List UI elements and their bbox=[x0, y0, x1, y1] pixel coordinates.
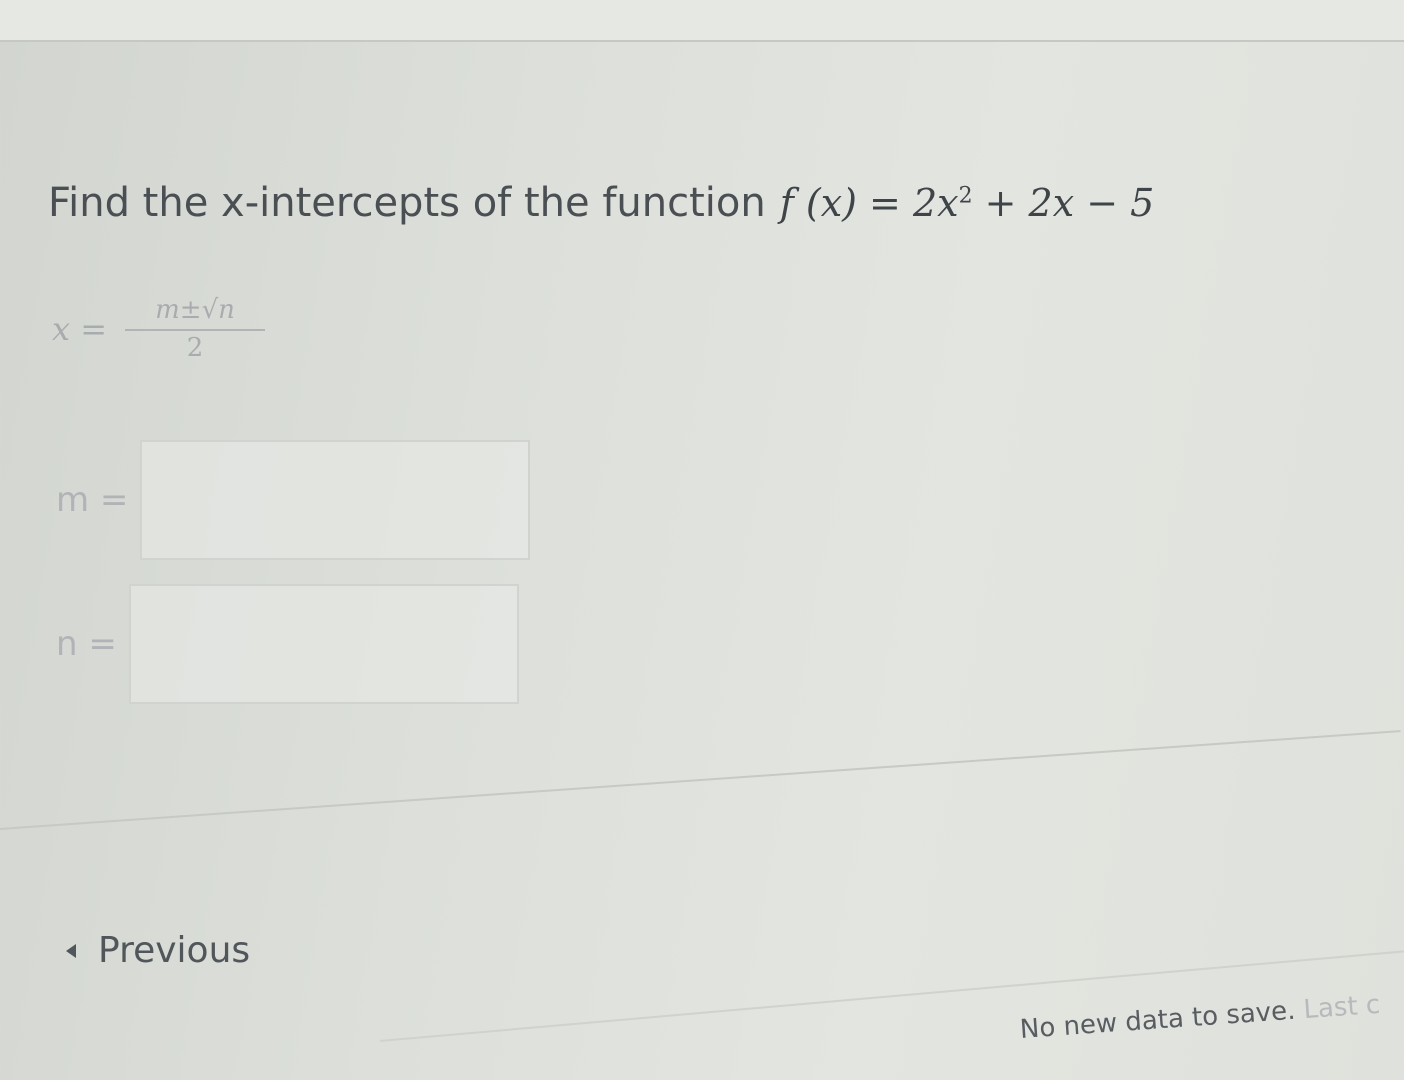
question-prefix: Find the x-intercepts of the function bbox=[48, 180, 766, 226]
formula-lhs: x = bbox=[52, 310, 108, 348]
n-label: n = bbox=[56, 624, 117, 664]
function-rest: + 2x − 5 bbox=[972, 181, 1155, 225]
question-text: Find the x-intercepts of the function f … bbox=[48, 180, 1368, 226]
previous-label: Previous bbox=[98, 930, 251, 971]
save-status-text: No new data to save. bbox=[1018, 995, 1297, 1045]
n-input[interactable] bbox=[128, 584, 519, 704]
n-answer-row: n = bbox=[56, 584, 519, 704]
m-label: m = bbox=[56, 480, 129, 520]
top-bar bbox=[0, 0, 1404, 42]
chevron-left-icon bbox=[66, 943, 76, 958]
save-status-tail: Last c bbox=[1302, 989, 1382, 1026]
save-status: No new data to save. Last c bbox=[1019, 990, 1381, 1045]
formula-fraction: m±√n 2 bbox=[125, 295, 266, 363]
function-exponent: 2 bbox=[958, 183, 973, 209]
formula-denominator: 2 bbox=[186, 333, 204, 363]
formula-numerator: m±√n bbox=[155, 295, 235, 325]
previous-button[interactable]: Previous bbox=[66, 930, 250, 971]
m-answer-row: m = bbox=[56, 440, 531, 560]
quadratic-formula-hint: x = m±√n 2 bbox=[52, 295, 266, 363]
panel-divider bbox=[0, 730, 1401, 830]
m-input[interactable] bbox=[140, 440, 531, 560]
function-expression: f (x) = 2x2 + 2x − 5 bbox=[780, 181, 1155, 225]
function-lhs: f (x) = 2x bbox=[779, 181, 959, 225]
